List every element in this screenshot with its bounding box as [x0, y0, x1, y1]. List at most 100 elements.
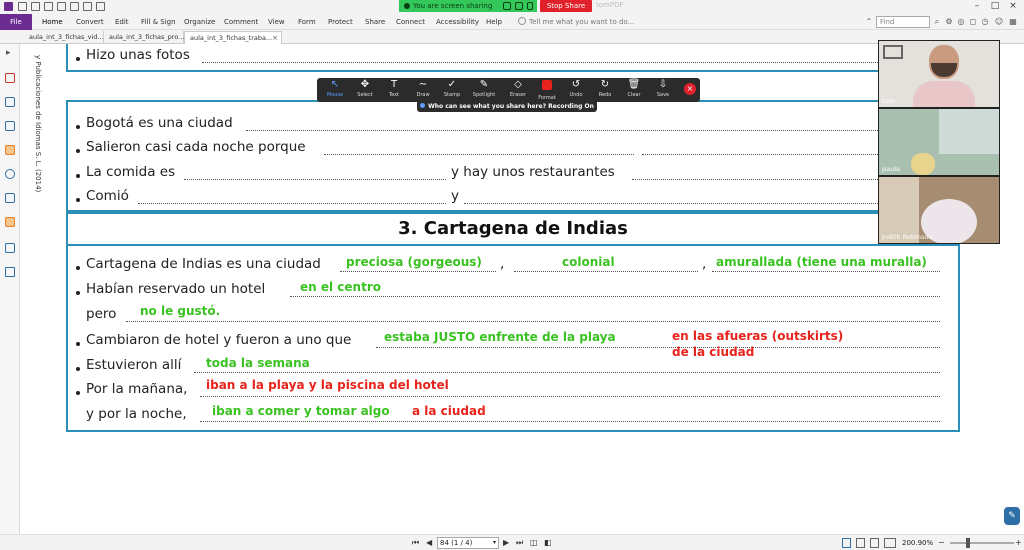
arrow-icon[interactable]: ▸: [4, 48, 16, 62]
answer-justo[interactable]: estaba JUSTO enfrente de la playa: [384, 330, 616, 344]
stop-share-button[interactable]: Stop Share: [540, 0, 592, 12]
tool-clear[interactable]: 🗑 Clear: [619, 79, 649, 101]
answer-afueras-line2[interactable]: de la ciudad: [672, 345, 754, 359]
select-text-icon[interactable]: [70, 2, 79, 11]
tab-document-2[interactable]: aula_int_3_fichas_pro...: [104, 31, 184, 44]
tell-me-search[interactable]: Tell me what you want to do...: [518, 14, 634, 30]
zoom-out-icon[interactable]: −: [938, 538, 945, 548]
menu-connect[interactable]: Connect: [396, 14, 425, 30]
close-button[interactable]: ×: [1006, 1, 1020, 12]
fit-width-icon[interactable]: ◧: [544, 538, 552, 548]
ribbon-toggle-icon[interactable]: ⌃: [864, 16, 874, 27]
tab-document-3[interactable]: aula_int_3_fichas_traba... ×: [184, 31, 282, 44]
menu-edit[interactable]: Edit: [115, 14, 129, 30]
share-settings-icon[interactable]: [503, 2, 511, 10]
participant-video[interactable]: paula: [878, 108, 1000, 176]
menu-share[interactable]: Share: [365, 14, 385, 30]
first-page-icon[interactable]: ⏮: [412, 538, 419, 548]
menu-file[interactable]: File: [0, 14, 32, 30]
security-icon[interactable]: [4, 216, 16, 228]
layers-icon[interactable]: [4, 96, 16, 108]
answer-semana[interactable]: toda la semana: [206, 356, 310, 370]
next-page-icon[interactable]: ▶: [503, 538, 509, 548]
menu-organize[interactable]: Organize: [184, 14, 215, 30]
menu-accessibility[interactable]: Accessibility: [436, 14, 479, 30]
answer-no-gusto[interactable]: no le gustó.: [140, 304, 220, 318]
tool-eraser[interactable]: ◇ Eraser: [503, 79, 533, 101]
redo-icon[interactable]: [96, 2, 105, 11]
zoom-slider-thumb[interactable]: [966, 538, 970, 548]
search-icon[interactable]: ⌕: [932, 16, 942, 27]
tool-select[interactable]: ✥ Select: [350, 79, 380, 101]
user-icon[interactable]: ☺: [994, 16, 1004, 27]
attachment-icon[interactable]: [4, 168, 16, 180]
print-icon[interactable]: [44, 2, 53, 11]
fields-icon[interactable]: [4, 192, 16, 204]
menu-help[interactable]: Help: [486, 14, 502, 30]
answer-colonial[interactable]: colonial: [562, 255, 615, 269]
menu-comment[interactable]: Comment: [224, 14, 258, 30]
tool-draw[interactable]: ∼ Draw: [408, 79, 438, 101]
menu-convert[interactable]: Convert: [76, 14, 104, 30]
find-options-icon[interactable]: ⚙: [944, 16, 954, 27]
answer-a-la-ciudad[interactable]: a la ciudad: [412, 404, 486, 418]
tool-mouse[interactable]: ↖ Mouse: [320, 79, 350, 101]
tools-icon[interactable]: [4, 266, 16, 278]
page-number-field[interactable]: 84 (1 / 4) ▾: [437, 537, 499, 549]
answer-afueras-line1[interactable]: en las afueras (outskirts): [672, 329, 843, 343]
answer-line: [184, 179, 446, 180]
menu-view[interactable]: View: [268, 14, 285, 30]
continuous-view-icon[interactable]: [856, 538, 865, 548]
hand-icon[interactable]: [57, 2, 66, 11]
menu-fill-sign[interactable]: Fill & Sign: [141, 14, 176, 30]
tool-format[interactable]: Format: [532, 79, 562, 101]
bell-icon[interactable]: ◷: [980, 16, 990, 27]
comment-icon[interactable]: ✎: [1004, 507, 1020, 525]
tool-text[interactable]: T Text: [379, 79, 409, 101]
tool-spotlight[interactable]: ✎ Spotlight: [469, 79, 499, 101]
answer-playa-piscina[interactable]: iban a la playa y la piscina del hotel: [206, 378, 449, 392]
row-manana: Por la mañana,: [86, 381, 188, 397]
more-icon[interactable]: [527, 2, 533, 10]
tool-undo[interactable]: ↺ Undo: [561, 79, 591, 101]
grid-icon[interactable]: ▦: [1008, 16, 1018, 27]
zoom-level[interactable]: 200.90%: [902, 538, 933, 548]
facing-continuous-icon[interactable]: [884, 538, 896, 548]
pages-icon[interactable]: [4, 72, 16, 84]
zoom-in-icon[interactable]: +: [1015, 538, 1022, 548]
settings-icon[interactable]: ◎: [956, 16, 966, 27]
maximize-button[interactable]: □: [988, 1, 1002, 12]
menu-protect[interactable]: Protect: [328, 14, 353, 30]
shield-icon[interactable]: [515, 2, 523, 10]
single-page-view-icon[interactable]: [842, 538, 851, 548]
save-icon[interactable]: [31, 2, 40, 11]
find-input[interactable]: Find: [876, 16, 930, 28]
prev-page-icon[interactable]: ◀: [426, 538, 432, 548]
answer-amurallada[interactable]: amurallada (tiene una muralla): [716, 255, 927, 269]
form-icon[interactable]: [4, 242, 16, 254]
minimize-button[interactable]: –: [970, 1, 984, 12]
menu-form[interactable]: Form: [298, 14, 316, 30]
close-annotation-icon[interactable]: ×: [684, 83, 696, 95]
bookmarks-icon[interactable]: [4, 120, 16, 132]
answer-preciosa[interactable]: preciosa (gorgeous): [346, 255, 482, 269]
menu-home[interactable]: Home: [42, 14, 63, 30]
comments-icon[interactable]: [4, 144, 16, 156]
participant-video[interactable]: Lolo: [878, 40, 1000, 108]
tab-label: aula_int_3_fichas_traba...: [190, 34, 273, 42]
zoom-slider[interactable]: [950, 542, 1014, 544]
tool-redo[interactable]: ↻ Redo: [590, 79, 620, 101]
fit-page-icon[interactable]: ◫: [530, 538, 538, 548]
answer-comer-tomar[interactable]: iban a comer y tomar algo: [212, 404, 390, 418]
notification-icon[interactable]: ◻: [968, 16, 978, 27]
tool-stamp[interactable]: ✓ Stamp: [437, 79, 467, 101]
tool-save[interactable]: ⇩ Save: [648, 79, 678, 101]
facing-view-icon[interactable]: [870, 538, 879, 548]
undo-icon[interactable]: [83, 2, 92, 11]
tab-document-1[interactable]: aula_int_3_fichas_vid...: [24, 31, 104, 44]
recording-indicator[interactable]: Who can see what you share here? Recordi…: [417, 101, 597, 112]
answer-centro[interactable]: en el centro: [300, 280, 381, 294]
last-page-icon[interactable]: ⏭: [516, 538, 523, 548]
participant-video[interactable]: Judith Robinson: [878, 176, 1000, 244]
open-icon[interactable]: [18, 2, 27, 11]
